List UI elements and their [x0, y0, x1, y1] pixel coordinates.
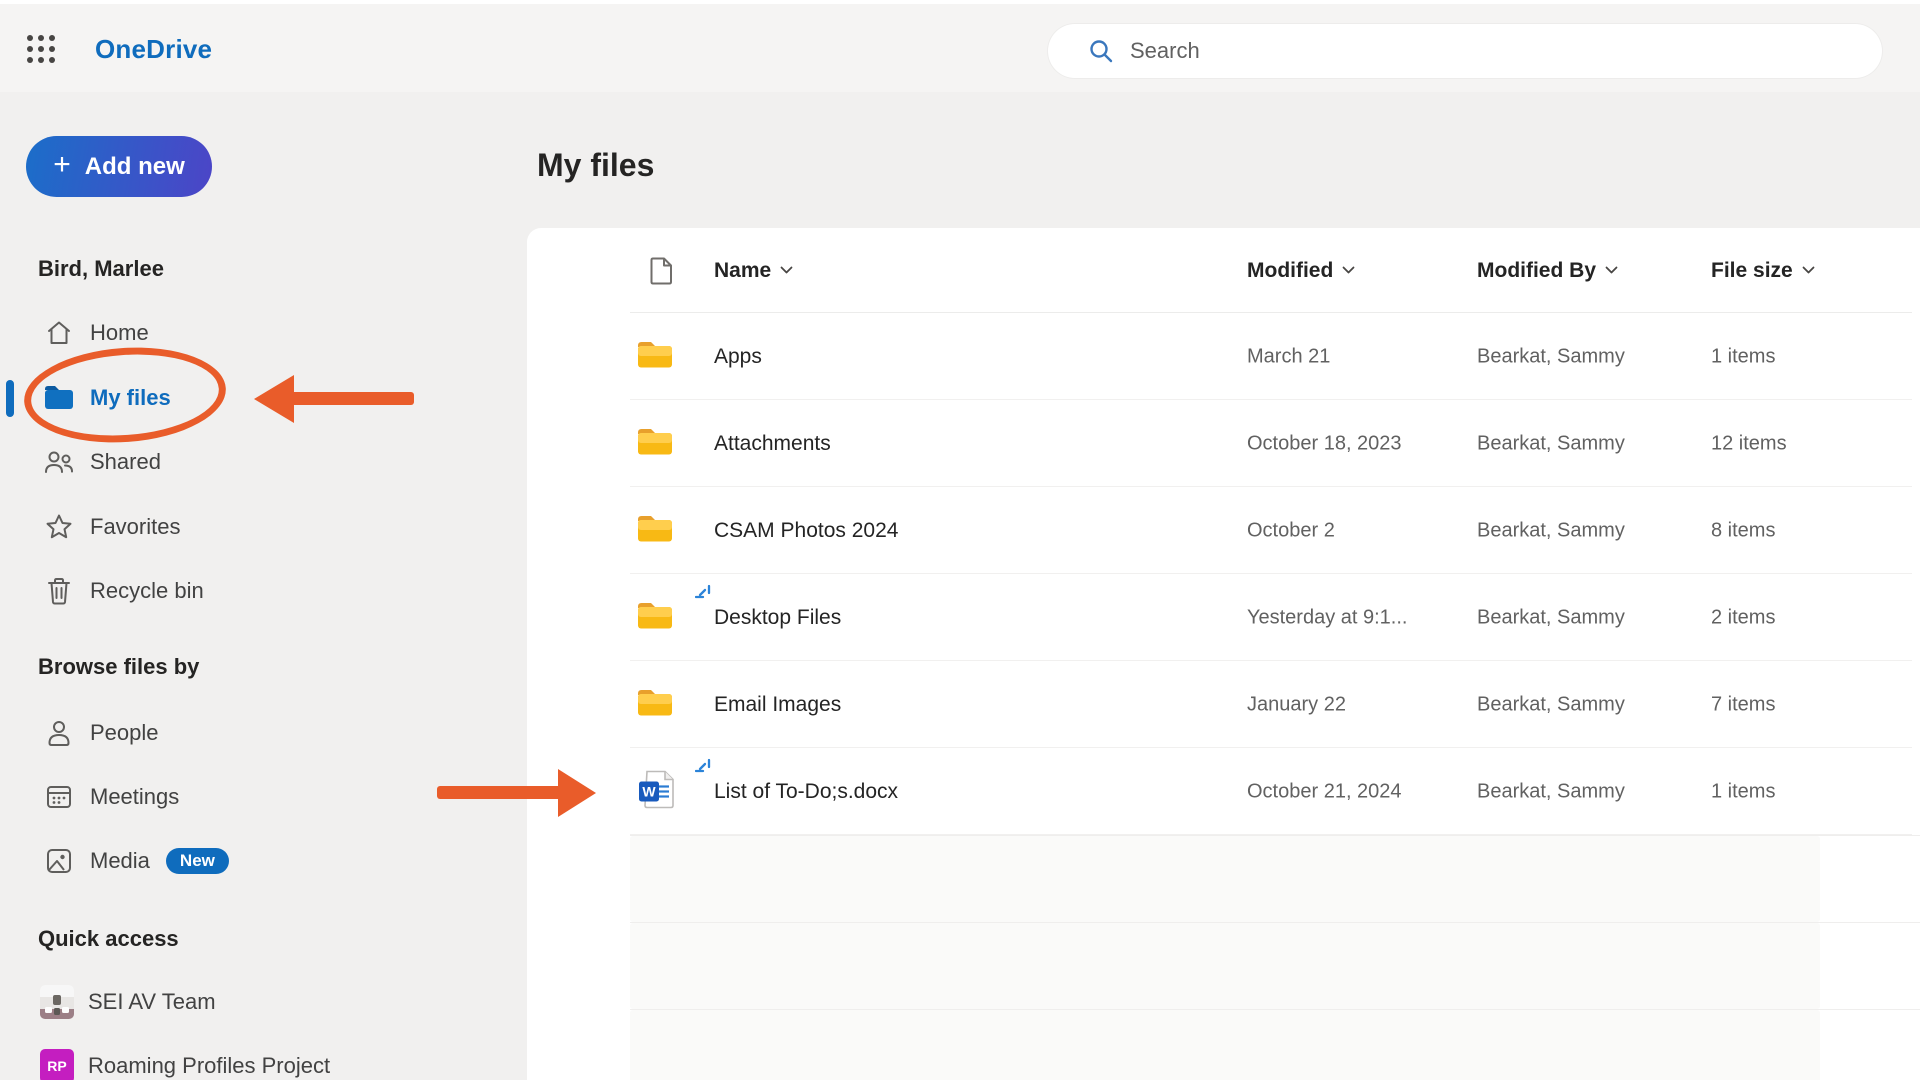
sidebar-item-label: Shared	[90, 449, 161, 475]
sidebar-item-shared[interactable]: Shared	[0, 438, 430, 486]
file-name: Desktop Files	[714, 606, 841, 630]
user-name-heading: Bird, Marlee	[38, 256, 164, 282]
files-panel: Name Modified Modified By File size	[527, 228, 1920, 1080]
modified-date: January 22	[1247, 693, 1346, 716]
chevron-down-icon	[1802, 266, 1815, 275]
file-size: 8 items	[1711, 519, 1775, 542]
calendar-icon	[42, 781, 76, 813]
modified-by: Bearkat, Sammy	[1477, 606, 1625, 629]
modified-by: Bearkat, Sammy	[1477, 780, 1625, 803]
svg-text:W: W	[642, 783, 656, 799]
sidebar-item-label: SEI AV Team	[88, 989, 216, 1015]
modified-date: October 21, 2024	[1247, 780, 1402, 803]
folder-icon	[635, 425, 675, 462]
page-title: My files	[537, 147, 654, 184]
modified-by: Bearkat, Sammy	[1477, 519, 1625, 542]
plus-icon: +	[53, 150, 71, 180]
image-icon	[42, 845, 76, 877]
file-name: Email Images	[714, 693, 841, 717]
browse-files-by-heading: Browse files by	[38, 654, 199, 680]
sidebar-item-label: My files	[90, 385, 171, 411]
site-thumbnail	[40, 985, 74, 1019]
modified-by: Bearkat, Sammy	[1477, 693, 1625, 716]
people-icon	[42, 446, 76, 478]
sidebar-item-recycle-bin[interactable]: Recycle bin	[0, 567, 430, 615]
sidebar-item-sei-av-team[interactable]: SEI AV Team	[0, 978, 430, 1026]
file-size: 12 items	[1711, 432, 1787, 455]
word-icon: W	[635, 767, 679, 816]
trash-icon	[42, 575, 76, 607]
empty-row-placeholder	[527, 835, 1920, 922]
search-bar[interactable]	[1048, 24, 1882, 78]
waffle-icon	[24, 32, 58, 66]
quick-access-heading: Quick access	[38, 926, 179, 952]
file-name: CSAM Photos 2024	[714, 519, 898, 543]
empty-row-placeholder	[527, 922, 1920, 1009]
sidebar-item-label: People	[90, 720, 159, 746]
person-icon	[42, 717, 76, 749]
folder-icon	[42, 382, 76, 414]
table-row[interactable]: Desktop Files Yesterday at 9:1... Bearka…	[527, 574, 1920, 661]
app-title: OneDrive	[95, 34, 212, 65]
empty-row-placeholder	[527, 1009, 1920, 1080]
column-header-modified-by[interactable]: Modified By	[1477, 259, 1618, 283]
column-header-modified[interactable]: Modified	[1247, 259, 1355, 283]
sidebar-item-label: Home	[90, 320, 149, 346]
sidebar-item-label: Favorites	[90, 514, 180, 540]
table-header: Name Modified Modified By File size	[527, 228, 1920, 313]
sidebar-item-label: Media	[90, 848, 150, 874]
file-size: 1 items	[1711, 780, 1775, 803]
table-row[interactable]: CSAM Photos 2024 October 2 Bearkat, Samm…	[527, 487, 1920, 574]
search-icon	[1088, 38, 1114, 64]
file-size: 2 items	[1711, 606, 1775, 629]
app-launcher-waffle-icon[interactable]	[22, 30, 60, 68]
folder-icon	[635, 599, 675, 636]
sidebar-item-my-files[interactable]: My files	[0, 374, 430, 422]
table-row[interactable]: Apps March 21 Bearkat, Sammy 1 items	[527, 313, 1920, 400]
new-badge: New	[166, 848, 229, 875]
folder-icon	[635, 512, 675, 549]
site-initials-tile: RP	[40, 1049, 74, 1080]
chevron-down-icon	[1342, 266, 1355, 275]
add-new-button[interactable]: + Add new	[26, 136, 212, 197]
sidebar-item-meetings[interactable]: Meetings	[0, 773, 430, 821]
chevron-down-icon	[780, 266, 793, 275]
modified-date: October 18, 2023	[1247, 432, 1402, 455]
modified-date: March 21	[1247, 345, 1330, 368]
modified-date: Yesterday at 9:1...	[1247, 606, 1407, 629]
sidebar-item-home[interactable]: Home	[0, 309, 430, 357]
file-name: List of To-Do;s.docx	[714, 780, 898, 804]
table-row[interactable]: Email Images January 22 Bearkat, Sammy 7…	[527, 661, 1920, 748]
sidebar-item-roaming-profiles-project[interactable]: RP Roaming Profiles Project	[0, 1042, 430, 1080]
file-size: 1 items	[1711, 345, 1775, 368]
modified-date: October 2	[1247, 519, 1335, 542]
column-header-file-size[interactable]: File size	[1711, 259, 1815, 283]
home-icon	[42, 317, 76, 349]
star-icon	[42, 511, 76, 543]
add-new-label: Add new	[85, 153, 185, 181]
file-type-column-icon[interactable]	[648, 256, 675, 286]
folder-icon	[635, 686, 675, 723]
chevron-down-icon	[1605, 266, 1618, 275]
file-size: 7 items	[1711, 693, 1775, 716]
sidebar-item-favorites[interactable]: Favorites	[0, 503, 430, 551]
top-bar: OneDrive	[0, 4, 1920, 92]
column-header-name[interactable]: Name	[714, 259, 793, 283]
sidebar-item-media[interactable]: Media New	[0, 837, 430, 885]
sidebar-item-label: Recycle bin	[90, 578, 204, 604]
modified-by: Bearkat, Sammy	[1477, 345, 1625, 368]
sidebar-item-label: Roaming Profiles Project	[88, 1053, 330, 1079]
file-name: Apps	[714, 345, 762, 369]
sidebar-item-people[interactable]: People	[0, 709, 430, 757]
table-row[interactable]: Attachments October 18, 2023 Bearkat, Sa…	[527, 400, 1920, 487]
onedrive-app: OneDrive + Add new Bird, Marlee Home My …	[0, 0, 1920, 1080]
search-input[interactable]	[1130, 38, 1810, 64]
folder-icon	[635, 338, 675, 375]
file-name: Attachments	[714, 432, 831, 456]
sidebar-item-label: Meetings	[90, 784, 179, 810]
table-row[interactable]: W List of To-Do;s.docx October 21, 2024 …	[527, 748, 1920, 835]
modified-by: Bearkat, Sammy	[1477, 432, 1625, 455]
